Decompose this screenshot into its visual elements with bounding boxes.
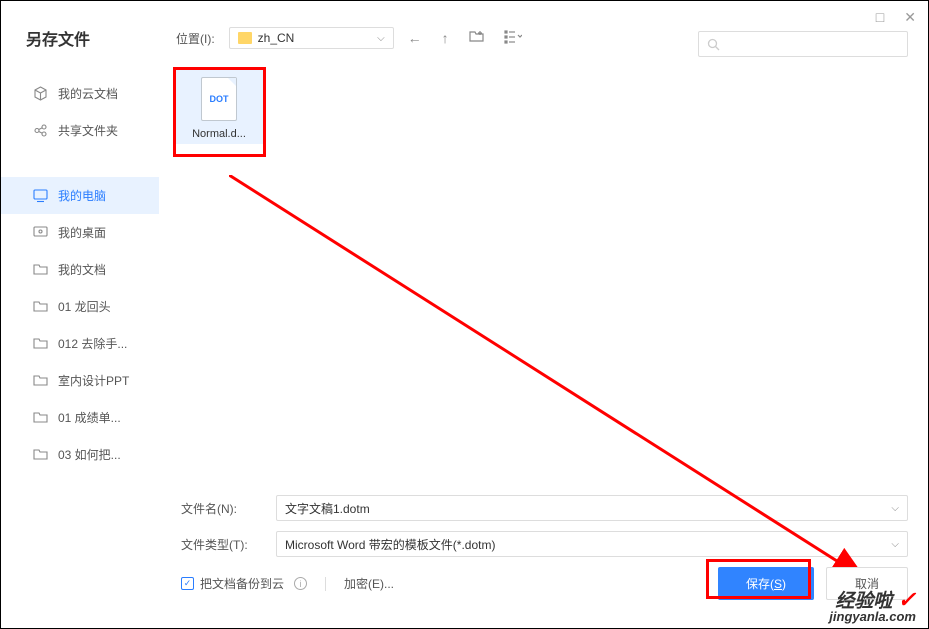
file-item[interactable]: DOT Normal.d... (174, 68, 264, 144)
dot-file-icon: DOT (201, 77, 237, 121)
sidebar-item-cloud-docs[interactable]: 我的云文档 (1, 75, 159, 112)
cancel-button[interactable]: 取消 (826, 567, 908, 600)
filename-label: 文件名(N): (181, 500, 276, 517)
desktop-icon (33, 225, 48, 240)
up-icon[interactable]: ↑ (442, 30, 449, 46)
sidebar-item-shared[interactable]: 共享文件夹 (1, 112, 159, 149)
backup-label: 把文档备份到云 (200, 575, 284, 592)
sidebar-item-folder4[interactable]: 01 成绩单... (1, 399, 159, 436)
close-button[interactable]: ✕ (904, 9, 916, 26)
sidebar-label: 01 成绩单... (58, 409, 121, 426)
folder-icon (33, 336, 48, 351)
file-name-label: Normal.d... (178, 128, 260, 140)
chevron-down-icon[interactable]: ⌵ (891, 503, 899, 514)
folder-name: zh_CN (258, 31, 295, 45)
sidebar-label: 012 去除手... (58, 335, 127, 352)
filetype-label: 文件类型(T): (181, 536, 276, 553)
checkbox-icon: ✓ (181, 577, 194, 590)
folder-icon (33, 373, 48, 388)
sidebar-item-folder2[interactable]: 012 去除手... (1, 325, 159, 362)
chevron-down-icon[interactable]: ⌵ (891, 539, 899, 550)
divider (325, 577, 326, 591)
sidebar-item-folder3[interactable]: 室内设计PPT (1, 362, 159, 399)
folder-icon (238, 32, 252, 44)
filename-value: 文字文稿1.dotm (285, 500, 370, 517)
file-list-area[interactable]: DOT Normal.d... (159, 65, 928, 495)
sidebar-label: 共享文件夹 (58, 122, 118, 139)
sidebar-label: 我的云文档 (58, 85, 118, 102)
sidebar-label: 我的电脑 (58, 187, 106, 204)
sidebar-item-folder1[interactable]: 01 龙回头 (1, 288, 159, 325)
computer-icon (33, 188, 48, 203)
folder-icon (33, 447, 48, 462)
maximize-button[interactable]: □ (876, 9, 884, 26)
sidebar: 我的云文档 共享文件夹 我的电脑 我的桌面 我的文档 (1, 65, 159, 495)
dialog-title: 另存文件 (26, 26, 176, 50)
backup-checkbox[interactable]: ✓ 把文档备份到云 i (181, 575, 307, 592)
back-icon[interactable]: ← (408, 30, 422, 46)
filetype-dropdown[interactable]: Microsoft Word 带宏的模板文件(*.dotm) ⌵ (276, 531, 908, 557)
sidebar-item-my-docs[interactable]: 我的文档 (1, 251, 159, 288)
sidebar-label: 03 如何把... (58, 446, 121, 463)
filetype-value: Microsoft Word 带宏的模板文件(*.dotm) (285, 536, 495, 553)
sidebar-item-my-computer[interactable]: 我的电脑 (1, 177, 159, 214)
sidebar-item-desktop[interactable]: 我的桌面 (1, 214, 159, 251)
search-icon (707, 38, 720, 51)
sidebar-label: 01 龙回头 (58, 298, 111, 315)
sidebar-label: 我的文档 (58, 261, 106, 278)
sidebar-item-folder5[interactable]: 03 如何把... (1, 436, 159, 473)
view-options-icon[interactable] (504, 30, 522, 47)
share-icon (33, 123, 48, 138)
folder-icon (33, 299, 48, 314)
search-input[interactable] (698, 31, 908, 57)
filename-input[interactable]: 文字文稿1.dotm ⌵ (276, 495, 908, 521)
encrypt-link[interactable]: 加密(E)... (344, 575, 394, 592)
folder-icon (33, 410, 48, 425)
sidebar-label: 我的桌面 (58, 224, 106, 241)
chevron-down-icon: ⌵ (377, 33, 385, 44)
sidebar-label: 室内设计PPT (58, 372, 129, 389)
folder-icon (33, 262, 48, 277)
info-icon[interactable]: i (294, 577, 307, 590)
location-label: 位置(I): (176, 30, 215, 47)
folder-dropdown[interactable]: zh_CN ⌵ (229, 27, 394, 49)
new-folder-icon[interactable] (469, 29, 484, 47)
save-button[interactable]: 保存(S) (718, 567, 814, 600)
cloud-doc-icon (33, 86, 48, 101)
